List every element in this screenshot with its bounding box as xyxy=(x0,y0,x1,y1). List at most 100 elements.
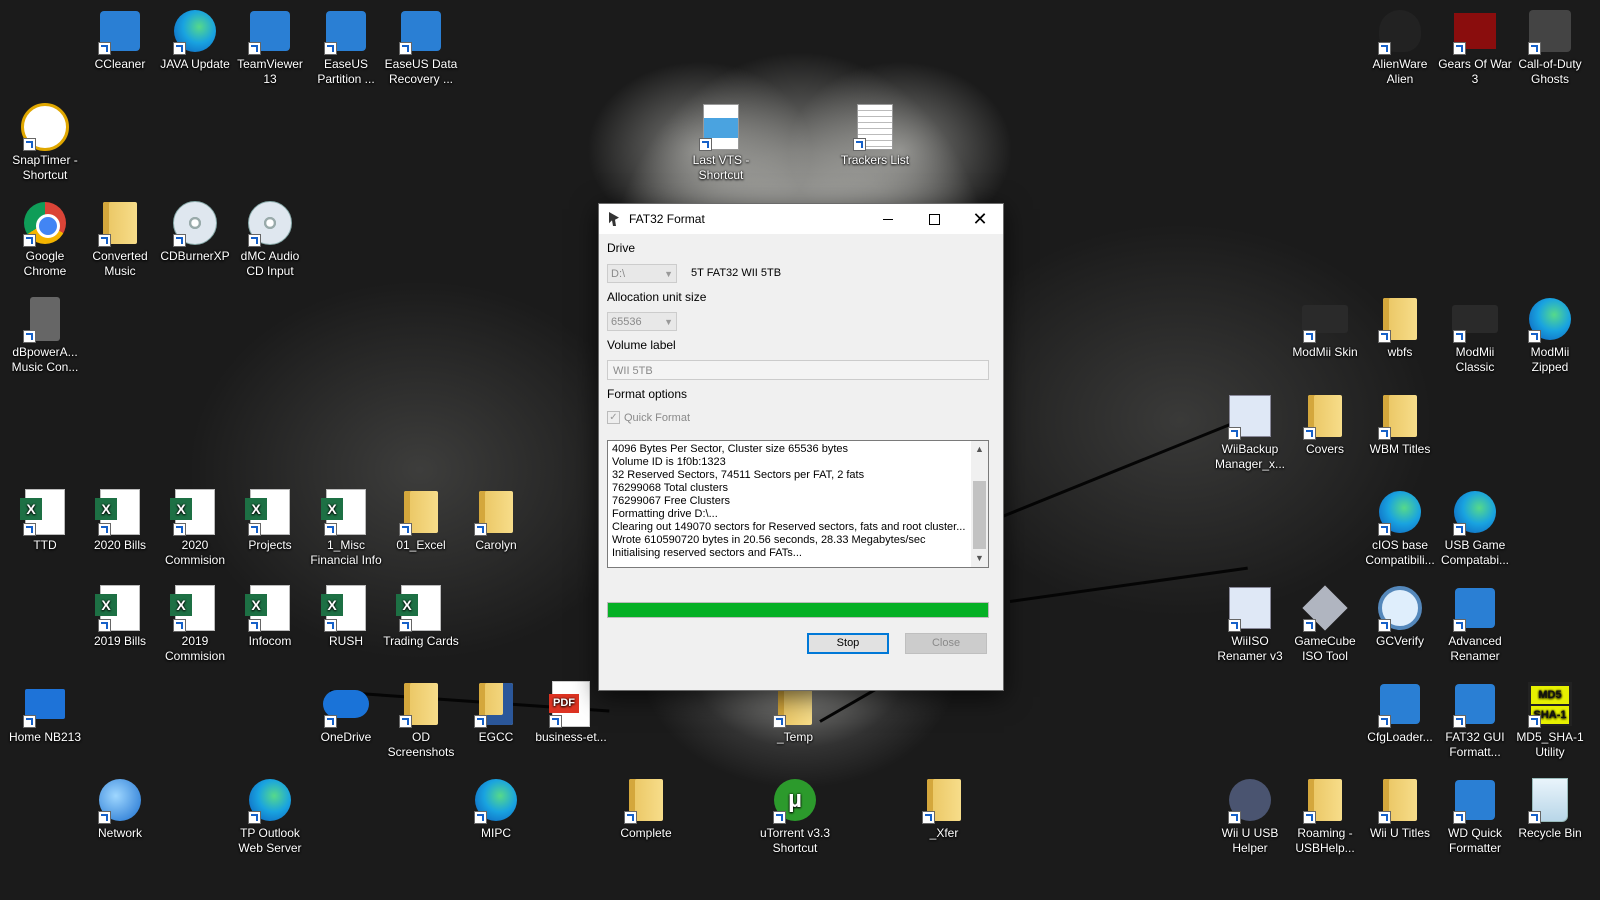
desktop-icon[interactable]: X 2019 Bills xyxy=(82,584,158,649)
desktop-icon[interactable]: AlienWare Alien xyxy=(1362,7,1438,87)
close-window-button[interactable]: ✕ xyxy=(957,204,1003,234)
log-lines: 4096 Bytes Per Sector, Cluster size 6553… xyxy=(612,443,968,560)
maximize-button[interactable] xyxy=(911,204,957,234)
desktop-icon[interactable]: X Projects xyxy=(232,488,308,553)
desktop-icon[interactable]: WiiISO Renamer v3 xyxy=(1212,584,1288,664)
drive-label: Drive xyxy=(607,241,636,255)
desktop-icon[interactable]: dBpowerA... Music Con... xyxy=(7,295,83,375)
renamer-icon xyxy=(1451,584,1499,632)
desktop-icon[interactable]: CfgLoader... xyxy=(1362,680,1438,745)
desktop-icon[interactable]: µ uTorrent v3.3 Shortcut xyxy=(757,776,833,856)
shortcut-arrow-icon xyxy=(324,715,337,728)
shortcut-arrow-icon xyxy=(1453,523,1466,536)
minimize-button[interactable] xyxy=(865,204,911,234)
shortcut-arrow-icon xyxy=(173,619,186,632)
desktop-icon[interactable]: Call-of-Duty Ghosts xyxy=(1512,7,1588,87)
desktop-icon[interactable]: JAVA Update xyxy=(157,7,233,72)
desktop-icon-label: WD Quick Formatter xyxy=(1448,826,1502,855)
desktop-icon[interactable]: CDBurnerXP xyxy=(157,199,233,264)
desktop-icon-label: FAT32 GUI Formatt... xyxy=(1445,730,1505,759)
desktop-icon[interactable]: WD Quick Formatter xyxy=(1437,776,1513,856)
desktop-icon-label: GCVerify xyxy=(1375,634,1424,648)
shortcut-arrow-icon xyxy=(1453,42,1466,55)
desktop-icon[interactable]: Wii U Titles xyxy=(1362,776,1438,841)
desktop-icon[interactable]: X 1_Misc Financial Info xyxy=(308,488,384,568)
log-output[interactable]: 4096 Bytes Per Sector, Cluster size 6553… xyxy=(607,440,989,568)
desktop-icon[interactable]: dMC Audio CD Input xyxy=(232,199,308,279)
excel-icon: X xyxy=(396,584,445,632)
desktop-icon-label: 1_Misc Financial Info xyxy=(310,538,382,567)
desktop-icon[interactable]: Home NB213 xyxy=(7,680,83,745)
desktop-icon[interactable]: Network xyxy=(82,776,158,841)
dialog-titlebar[interactable]: FAT32 Format ✕ xyxy=(599,204,1003,234)
desktop-icon[interactable]: X 2019 Commision xyxy=(157,584,233,664)
desktop-icon[interactable]: MD5 SHA-1 MD5_SHA-1 Utility xyxy=(1512,680,1588,760)
shortcut-arrow-icon xyxy=(474,811,487,824)
desktop-icon[interactable]: Roaming - USBHelp... xyxy=(1287,776,1363,856)
desktop-icon[interactable]: SnapTimer - Shortcut xyxy=(7,103,83,183)
drive-select[interactable]: D:\ ▼ xyxy=(607,264,677,283)
desktop-icon-label: CDBurnerXP xyxy=(160,249,230,263)
allocation-unit-select[interactable]: 65536 ▼ xyxy=(607,312,677,331)
volume-label-input[interactable]: WII 5TB xyxy=(607,360,989,380)
desktop-icon[interactable]: Covers xyxy=(1287,392,1363,457)
desktop-icon[interactable]: ModMii Zipped xyxy=(1512,295,1588,375)
desktop-icon[interactable]: cIOS base Compatibili... xyxy=(1362,488,1438,568)
desktop-icon[interactable]: Converted Music xyxy=(82,199,158,279)
desktop-icon[interactable]: Google Chrome xyxy=(7,199,83,279)
desktop-icon[interactable]: CCleaner xyxy=(82,7,158,72)
desktop-icon[interactable]: _Xfer xyxy=(906,776,982,841)
desktop-icon[interactable]: TP Outlook Web Server xyxy=(232,776,308,856)
desktop-icon[interactable]: Gears Of War 3 xyxy=(1437,7,1513,87)
desktop-icon[interactable]: Recycle Bin xyxy=(1512,776,1588,841)
desktop-icon[interactable]: X TTD xyxy=(7,488,83,553)
desktop-icon[interactable]: USB Game Compatabi... xyxy=(1437,488,1513,568)
chevron-down-icon: ▼ xyxy=(664,269,673,279)
desktop-icon[interactable]: X 2020 Bills xyxy=(82,488,158,553)
wd-formatter-icon xyxy=(1451,776,1499,824)
desktop-icon[interactable]: 01_Excel xyxy=(383,488,459,553)
desktop-icon[interactable]: WiiBackup Manager_x... xyxy=(1212,392,1288,472)
desktop-icon[interactable]: X Trading Cards xyxy=(383,584,459,649)
desktop-icon[interactable]: wbfs xyxy=(1362,295,1438,360)
folder-icon xyxy=(622,776,670,824)
desktop-icon[interactable]: Complete xyxy=(608,776,684,841)
shortcut-arrow-icon xyxy=(1453,811,1466,824)
quick-format-checkbox[interactable]: ✓ Quick Format xyxy=(607,411,690,424)
desktop-icon[interactable]: OneDrive xyxy=(308,680,384,745)
desktop-icon[interactable]: X RUSH xyxy=(308,584,384,649)
desktop-icon[interactable]: TeamViewer 13 xyxy=(232,7,308,87)
shortcut-arrow-icon xyxy=(1378,42,1391,55)
scroll-down-icon[interactable]: ▼ xyxy=(971,550,988,567)
log-scrollbar[interactable]: ▲ ▼ xyxy=(971,441,988,567)
cod-ghosts-icon xyxy=(1526,7,1574,55)
desktop-icon[interactable]: EaseUS Data Recovery ... xyxy=(383,7,459,87)
desktop-icon-label: Network xyxy=(97,826,142,840)
desktop-icon[interactable]: ModMii Skin xyxy=(1287,295,1363,360)
allocation-unit-label: Allocation unit size xyxy=(607,290,707,304)
scrollbar-thumb[interactable] xyxy=(973,481,986,549)
desktop-icon[interactable]: Advanced Renamer xyxy=(1437,584,1513,664)
desktop-icon[interactable]: OD Screenshots xyxy=(383,680,459,760)
desktop-icon[interactable]: GameCube ISO Tool xyxy=(1287,584,1363,664)
desktop-icon[interactable]: MIPC xyxy=(458,776,534,841)
desktop-icon[interactable]: EaseUS Partition ... xyxy=(308,7,384,87)
desktop-icon[interactable]: X Infocom xyxy=(232,584,308,649)
desktop-icon[interactable]: ModMii Classic xyxy=(1437,295,1513,375)
desktop-icon[interactable]: GCVerify xyxy=(1362,584,1438,649)
app-icon xyxy=(609,212,619,226)
desktop-icon[interactable]: Last VTS - Shortcut xyxy=(683,103,759,183)
scroll-up-icon[interactable]: ▲ xyxy=(971,441,988,458)
desktop-icon[interactable]: X 2020 Commision xyxy=(157,488,233,568)
stop-button[interactable]: Stop xyxy=(807,633,889,654)
shortcut-arrow-icon xyxy=(1453,330,1466,343)
desktop-icon[interactable]: Wii U USB Helper xyxy=(1212,776,1288,856)
desktop-icon[interactable]: WBM Titles xyxy=(1362,392,1438,457)
desktop-icon[interactable]: Carolyn xyxy=(458,488,534,553)
desktop-icon[interactable]: FAT32 GUI Formatt... xyxy=(1437,680,1513,760)
easeus-partition-icon xyxy=(322,7,370,55)
close-button[interactable]: Close xyxy=(905,633,987,654)
desktop-icon[interactable]: Trackers List xyxy=(837,103,913,168)
cfgloader-icon xyxy=(1376,680,1424,728)
desktop-icon[interactable]: EGCC xyxy=(458,680,534,745)
